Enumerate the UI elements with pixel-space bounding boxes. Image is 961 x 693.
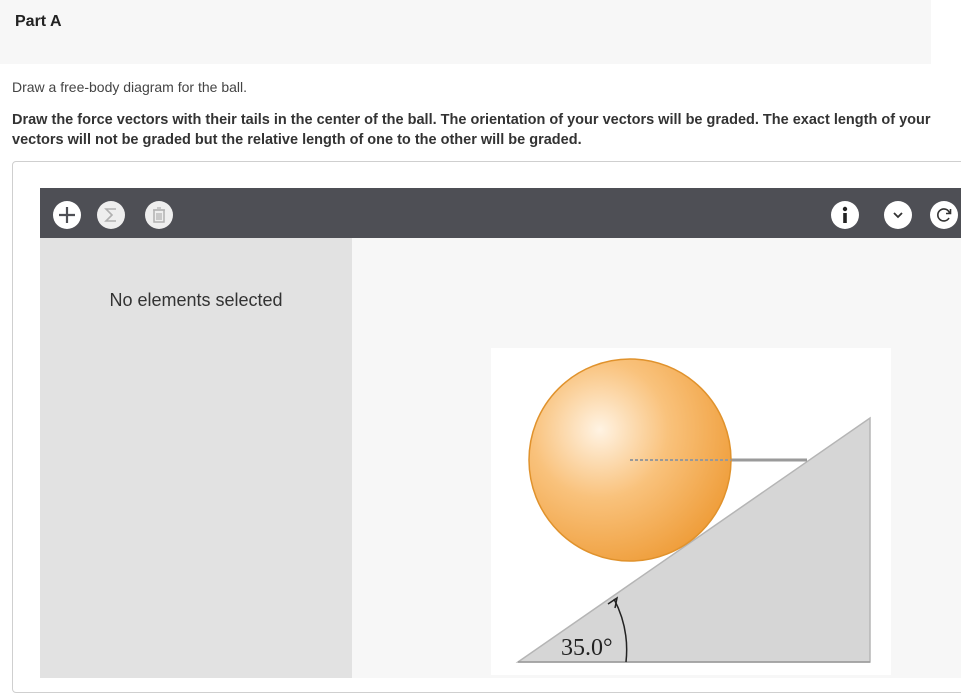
sum-button[interactable] — [97, 201, 125, 229]
trash-icon — [153, 207, 165, 223]
reset-button[interactable] — [930, 201, 958, 229]
reset-icon — [937, 208, 952, 222]
part-title: Part A — [15, 13, 62, 30]
add-vector-button[interactable] — [53, 201, 81, 229]
angle-label: 35.0° — [561, 635, 613, 661]
question-instructions: Draw the force vectors with their tails … — [12, 112, 931, 148]
options-dropdown[interactable] — [884, 201, 912, 229]
chevron-down-icon — [893, 212, 903, 219]
sigma-icon — [104, 208, 116, 222]
toolbar — [40, 188, 961, 238]
info-icon — [842, 206, 848, 223]
part-header: Part A — [0, 0, 931, 64]
properties-panel: No elements selected — [40, 238, 352, 678]
question-prompt: Draw a free-body diagram for the ball. — [12, 79, 247, 95]
problem-figure: 35.0° — [491, 348, 891, 675]
ball-on-incline-diagram: 35.0° — [515, 358, 871, 663]
add-icon — [59, 207, 75, 223]
delete-button[interactable] — [145, 201, 173, 229]
info-button[interactable] — [831, 201, 859, 229]
no-selection-message: No elements selected — [109, 290, 283, 310]
